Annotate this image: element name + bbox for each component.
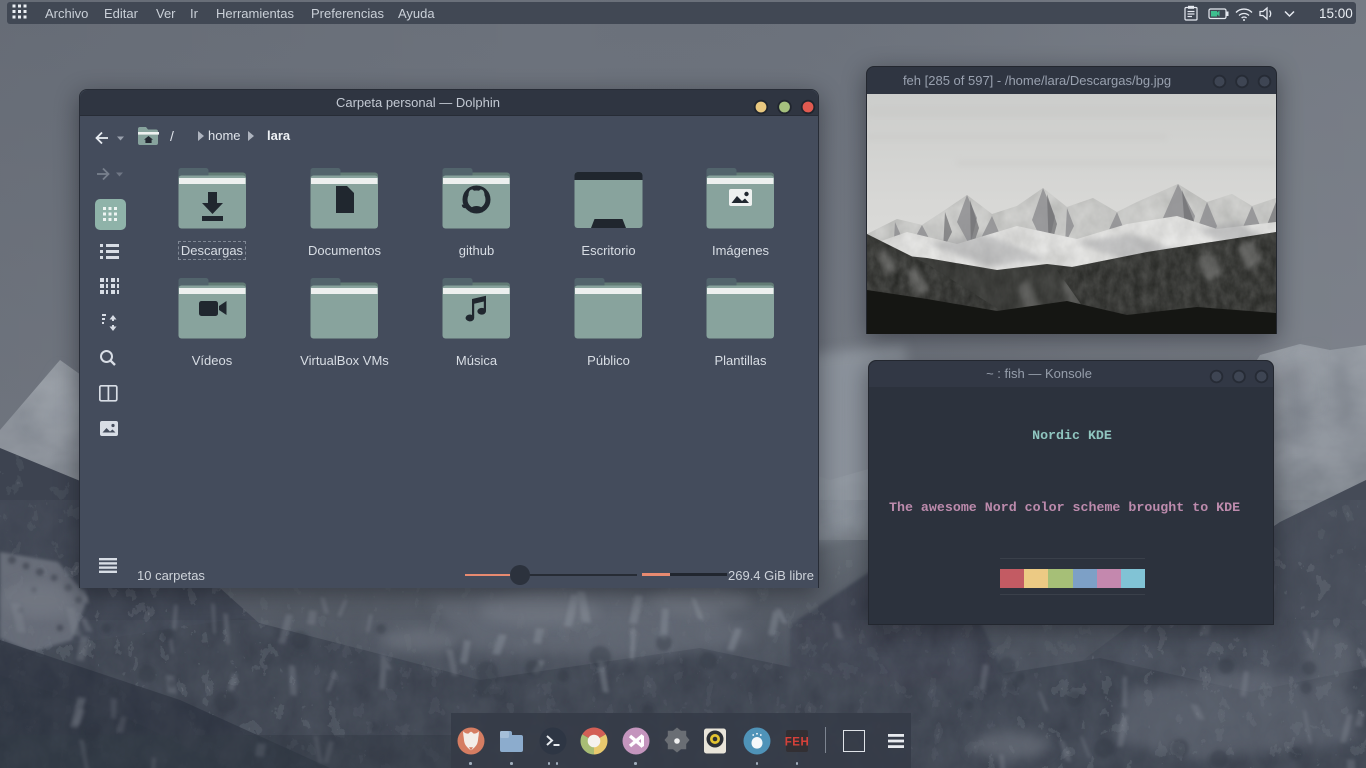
svg-text:FEH: FEH [785,737,810,749]
